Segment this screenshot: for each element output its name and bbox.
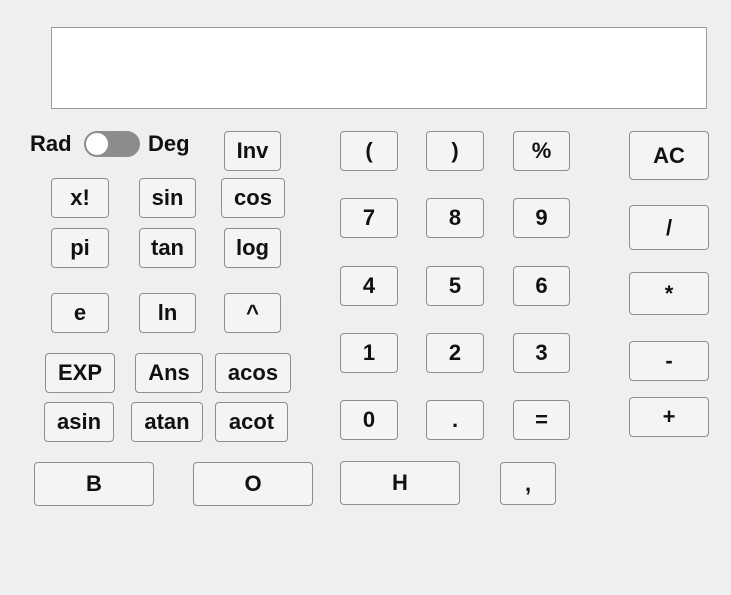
left-paren-button[interactable]: ( bbox=[340, 131, 398, 171]
all-clear-button[interactable]: AC bbox=[629, 131, 709, 180]
inv-button[interactable]: Inv bbox=[224, 131, 281, 171]
toggle-knob bbox=[85, 132, 109, 156]
equals-button[interactable]: = bbox=[513, 400, 570, 440]
power-button[interactable]: ^ bbox=[224, 293, 281, 333]
octal-button[interactable]: O bbox=[193, 462, 313, 506]
ln-button[interactable]: ln bbox=[139, 293, 196, 333]
deg-label: Deg bbox=[148, 131, 190, 156]
digit-5-button[interactable]: 5 bbox=[426, 266, 484, 306]
digit-0-button[interactable]: 0 bbox=[340, 400, 398, 440]
digit-3-button[interactable]: 3 bbox=[513, 333, 570, 373]
multiply-button[interactable]: * bbox=[629, 272, 709, 315]
decimal-point-button[interactable]: . bbox=[426, 400, 484, 440]
percent-button[interactable]: % bbox=[513, 131, 570, 171]
cos-button[interactable]: cos bbox=[221, 178, 285, 218]
exp-button[interactable]: EXP bbox=[45, 353, 115, 393]
digit-8-button[interactable]: 8 bbox=[426, 198, 484, 238]
add-button[interactable]: + bbox=[629, 397, 709, 437]
angle-mode-toggle[interactable] bbox=[84, 131, 140, 157]
asin-button[interactable]: asin bbox=[44, 402, 114, 442]
sin-button[interactable]: sin bbox=[139, 178, 196, 218]
calculator-display[interactable] bbox=[51, 27, 707, 109]
right-paren-button[interactable]: ) bbox=[426, 131, 484, 171]
binary-button[interactable]: B bbox=[34, 462, 154, 506]
digit-6-button[interactable]: 6 bbox=[513, 266, 570, 306]
acos-button[interactable]: acos bbox=[215, 353, 291, 393]
digit-4-button[interactable]: 4 bbox=[340, 266, 398, 306]
pi-button[interactable]: pi bbox=[51, 228, 109, 268]
ans-button[interactable]: Ans bbox=[135, 353, 203, 393]
log-button[interactable]: log bbox=[224, 228, 281, 268]
digit-2-button[interactable]: 2 bbox=[426, 333, 484, 373]
hex-button[interactable]: H bbox=[340, 461, 460, 505]
e-button[interactable]: e bbox=[51, 293, 109, 333]
subtract-button[interactable]: - bbox=[629, 341, 709, 381]
digit-1-button[interactable]: 1 bbox=[340, 333, 398, 373]
digit-7-button[interactable]: 7 bbox=[340, 198, 398, 238]
tan-button[interactable]: tan bbox=[139, 228, 196, 268]
comma-button[interactable]: , bbox=[500, 462, 556, 505]
divide-button[interactable]: / bbox=[629, 205, 709, 250]
atan-button[interactable]: atan bbox=[131, 402, 203, 442]
digit-9-button[interactable]: 9 bbox=[513, 198, 570, 238]
rad-label: Rad bbox=[30, 131, 72, 156]
factorial-button[interactable]: x! bbox=[51, 178, 109, 218]
acot-button[interactable]: acot bbox=[215, 402, 288, 442]
